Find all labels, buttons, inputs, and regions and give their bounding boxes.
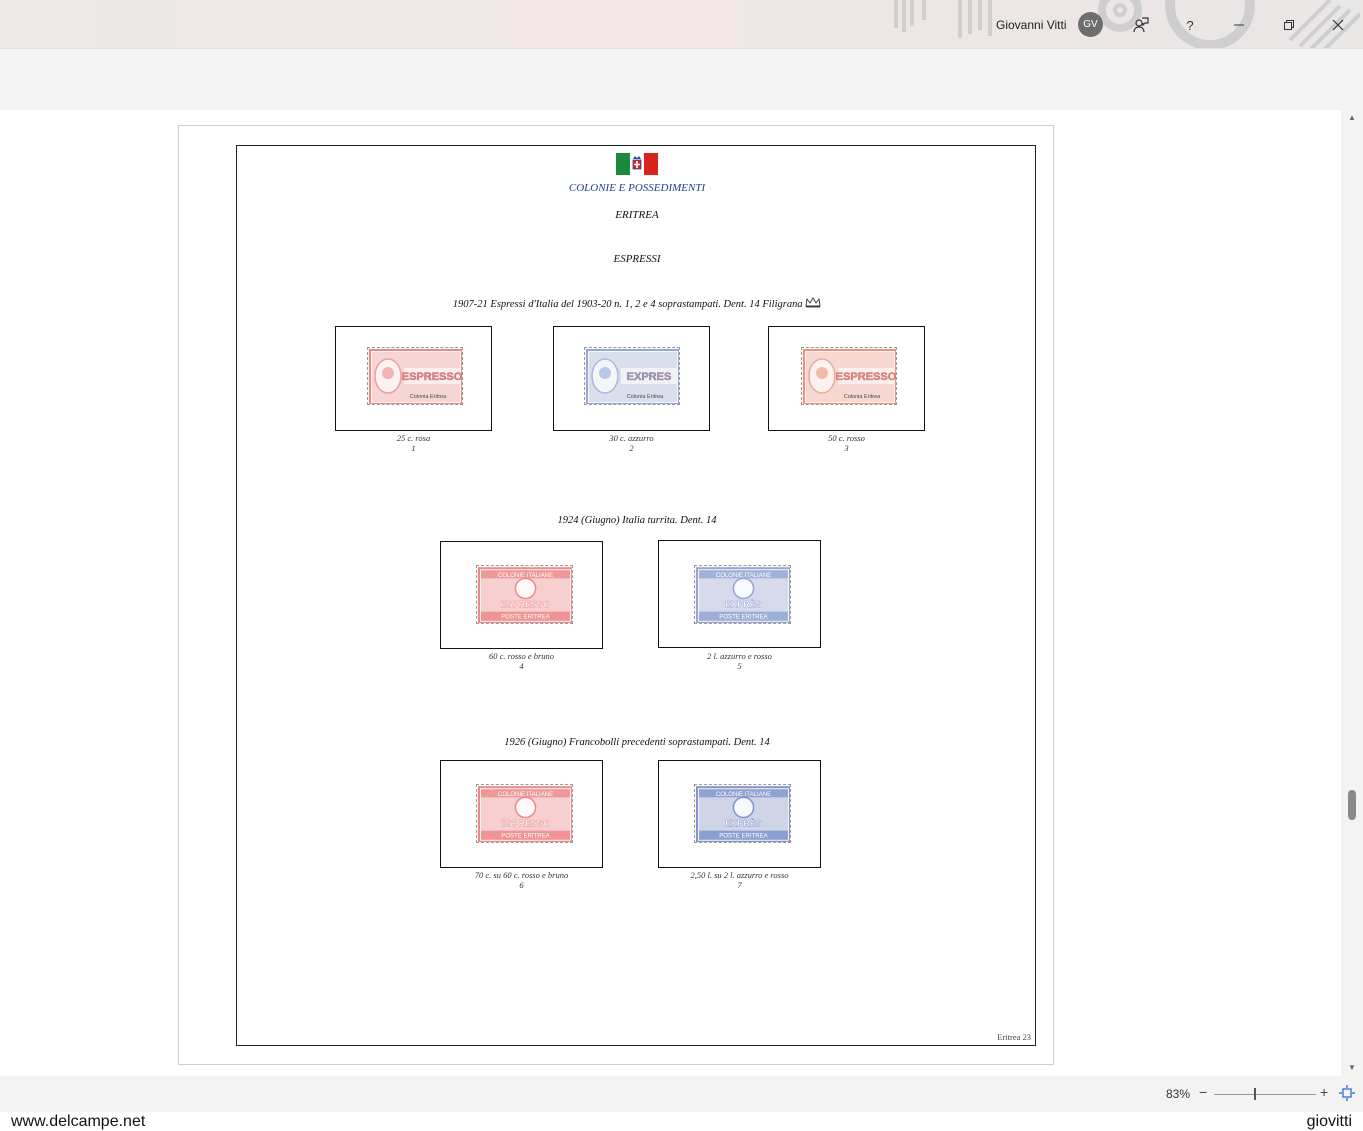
fit-page-icon[interactable] bbox=[1339, 1085, 1355, 1101]
stamp-number: 5 bbox=[737, 661, 742, 671]
watermark-right: giovitti bbox=[1306, 1113, 1352, 1130]
stamp-image: ESPRESSO Colonia Eritrea bbox=[801, 347, 897, 405]
savoy-crest-icon bbox=[632, 156, 642, 170]
share-icon[interactable] bbox=[1129, 13, 1153, 37]
stamp-number: 4 bbox=[519, 661, 524, 671]
stamp-number: 3 bbox=[844, 443, 849, 453]
page-header: COLONIE E POSSEDIMENTI bbox=[568, 182, 706, 194]
stamp-description: 30 c. azzurro bbox=[609, 433, 654, 443]
stamp-main-text: EXPRES bbox=[627, 371, 672, 383]
section-title: ESPRESSI bbox=[613, 253, 661, 265]
minimize-button[interactable] bbox=[1227, 13, 1251, 37]
flag-stripe-green bbox=[616, 153, 630, 175]
stamp-caption: 2 l. azzurro e rosso 5 bbox=[658, 651, 821, 671]
stamp-main-text: ESPRESSO bbox=[836, 371, 897, 383]
stamp-main-text: ESPRESSO bbox=[402, 371, 463, 383]
close-button[interactable] bbox=[1326, 13, 1350, 37]
stamp-image: ESPRESSO Colonia Eritrea bbox=[367, 347, 463, 405]
status-bar: 83% − + bbox=[0, 1076, 1363, 1112]
user-name[interactable]: Giovanni Vitti bbox=[996, 18, 1066, 32]
watermark-left: www.delcampe.net bbox=[11, 1113, 146, 1130]
stamp-caption: 70 c. su 60 c. rosso e bruno 6 bbox=[440, 870, 603, 890]
zoom-level: 83% bbox=[1166, 1087, 1191, 1101]
stamp-portrait-face bbox=[382, 367, 394, 379]
stamp-number: 7 bbox=[737, 880, 742, 890]
stamp-image: COLONIE ITALIANE EXPRÈS POSTE ERITREA bbox=[694, 565, 791, 624]
stamp-bottom-text: POSTE ERITREA bbox=[501, 615, 550, 621]
stamp-mount: COLONIE ITALIANE EXPRÈS POSTE ERITREA bbox=[658, 760, 821, 868]
zoom-slider[interactable] bbox=[1214, 1094, 1316, 1095]
stamp-main-text: ESPRESSO bbox=[501, 600, 551, 610]
avatar[interactable]: GV bbox=[1078, 12, 1103, 37]
stamp-bottom-text: POSTE ERITREA bbox=[719, 615, 768, 621]
group-title: 1926 (Giugno) Francobolli precedenti sop… bbox=[504, 737, 770, 748]
scroll-up-icon[interactable]: ▲ bbox=[1346, 113, 1358, 123]
stamp-overprint-text: Colonia Eritrea bbox=[627, 394, 664, 400]
stamp-illustration: ESPRESSO Colonia Eritrea bbox=[368, 348, 463, 404]
italian-flag-icon bbox=[616, 153, 658, 175]
stamp-caption: 25 c. rosa 1 bbox=[335, 433, 492, 453]
crown-watermark-icon bbox=[805, 297, 821, 308]
toolbar-area bbox=[0, 50, 1363, 110]
stamp-main-text: ESPRESSO bbox=[501, 819, 551, 829]
stamp-description: 2,50 l. su 2 l. azzurro e rosso bbox=[690, 870, 789, 880]
stamp-main-text: EXPRÈS bbox=[725, 600, 762, 610]
stamp-caption: 50 c. rosso 3 bbox=[768, 433, 925, 453]
stamp-mount: ESPRESSO Colonia Eritrea bbox=[335, 326, 492, 431]
stamp-illustration: COLONIE ITALIANEESPRESSOPOSTE ERITREA bbox=[477, 785, 572, 842]
country-title: ERITREA bbox=[615, 209, 659, 221]
zoom-slider-thumb[interactable] bbox=[1254, 1088, 1256, 1100]
vertical-scrollbar[interactable]: ▲ ▼ bbox=[1341, 110, 1363, 1076]
group-title-text: 1907-21 Espressi d'Italia del 1903-20 n.… bbox=[452, 299, 803, 310]
stamp-description: 25 c. rosa bbox=[396, 433, 431, 443]
stamp-mount: COLONIE ITALIANE ESPRESSO POSTE ERITREA bbox=[440, 760, 603, 868]
page-number: Eritrea 23 bbox=[997, 1032, 1031, 1042]
stamp-caption: 60 c. rosso e bruno 4 bbox=[440, 651, 603, 671]
flag-stripe-white bbox=[630, 153, 644, 175]
stamp-overprint-text: Colonia Eritrea bbox=[410, 394, 447, 400]
stamp-illustration: COLONIE ITALIANEEXPRÈSPOSTE ERITREA bbox=[695, 566, 790, 623]
stamp-illustration: COLONIE ITALIANEEXPRÈSPOSTE ERITREA bbox=[695, 785, 790, 842]
stamp-portrait-face bbox=[599, 367, 611, 379]
stamp-description: 70 c. su 60 c. rosso e bruno bbox=[474, 870, 569, 880]
stamp-portrait-face bbox=[816, 367, 828, 379]
stamp-caption: 2,50 l. su 2 l. azzurro e rosso 7 bbox=[658, 870, 821, 890]
album-page: COLONIE E POSSEDIMENTI ERITREA ESPRESSI … bbox=[236, 145, 1036, 1046]
stamp-mount: COLONIE ITALIANE ESPRESSO POSTE ERITREA bbox=[440, 541, 603, 649]
flag-stripe-red bbox=[644, 153, 658, 175]
stamp-image: COLONIE ITALIANE ESPRESSO POSTE ERITREA bbox=[476, 565, 573, 624]
title-bar: Giovanni Vitti GV ? bbox=[0, 0, 1363, 49]
stamp-caption: 30 c. azzurro 2 bbox=[553, 433, 710, 453]
stamp-mount: COLONIE ITALIANE EXPRÈS POSTE ERITREA bbox=[658, 540, 821, 648]
stamp-illustration: EXPRES Colonia Eritrea bbox=[585, 348, 679, 404]
stamp-description: 50 c. rosso bbox=[828, 433, 865, 443]
stamp-description: 2 l. azzurro e rosso bbox=[707, 651, 772, 661]
stamp-image: COLONIE ITALIANE EXPRÈS POSTE ERITREA bbox=[694, 784, 791, 843]
stamp-number: 6 bbox=[519, 880, 524, 890]
stamp-overprint-text: Colonia Eritrea bbox=[844, 394, 881, 400]
stamp-bottom-text: POSTE ERITREA bbox=[719, 834, 768, 840]
watermark-bar: www.delcampe.net giovitti bbox=[0, 1112, 1363, 1131]
stamp-number: 2 bbox=[629, 443, 634, 453]
stamp-illustration: ESPRESSO Colonia Eritrea bbox=[802, 348, 897, 404]
zoom-out-button[interactable]: − bbox=[1199, 1084, 1207, 1100]
stamp-main-text: EXPRÈS bbox=[725, 819, 762, 829]
zoom-in-button[interactable]: + bbox=[1320, 1084, 1328, 1100]
stamp-mount: EXPRES Colonia Eritrea bbox=[553, 326, 710, 431]
stamp-description: 60 c. rosso e bruno bbox=[488, 651, 555, 661]
stamp-number: 1 bbox=[411, 443, 416, 453]
scroll-down-icon[interactable]: ▼ bbox=[1346, 1063, 1358, 1073]
help-button[interactable]: ? bbox=[1178, 13, 1202, 37]
restore-button[interactable] bbox=[1277, 13, 1301, 37]
scroll-thumb[interactable] bbox=[1348, 790, 1356, 820]
group-title: 1907-21 Espressi d'Italia del 1903-20 n.… bbox=[237, 296, 1037, 310]
stamp-mount: ESPRESSO Colonia Eritrea bbox=[768, 326, 925, 431]
group-title: 1924 (Giugno) Italia turrita. Dent. 14 bbox=[557, 515, 717, 526]
stamp-image: EXPRES Colonia Eritrea bbox=[584, 347, 680, 405]
stamp-bottom-text: POSTE ERITREA bbox=[501, 834, 550, 840]
stamp-image: COLONIE ITALIANE ESPRESSO POSTE ERITREA bbox=[476, 784, 573, 843]
stamp-illustration: COLONIE ITALIANEESPRESSOPOSTE ERITREA bbox=[477, 566, 572, 623]
